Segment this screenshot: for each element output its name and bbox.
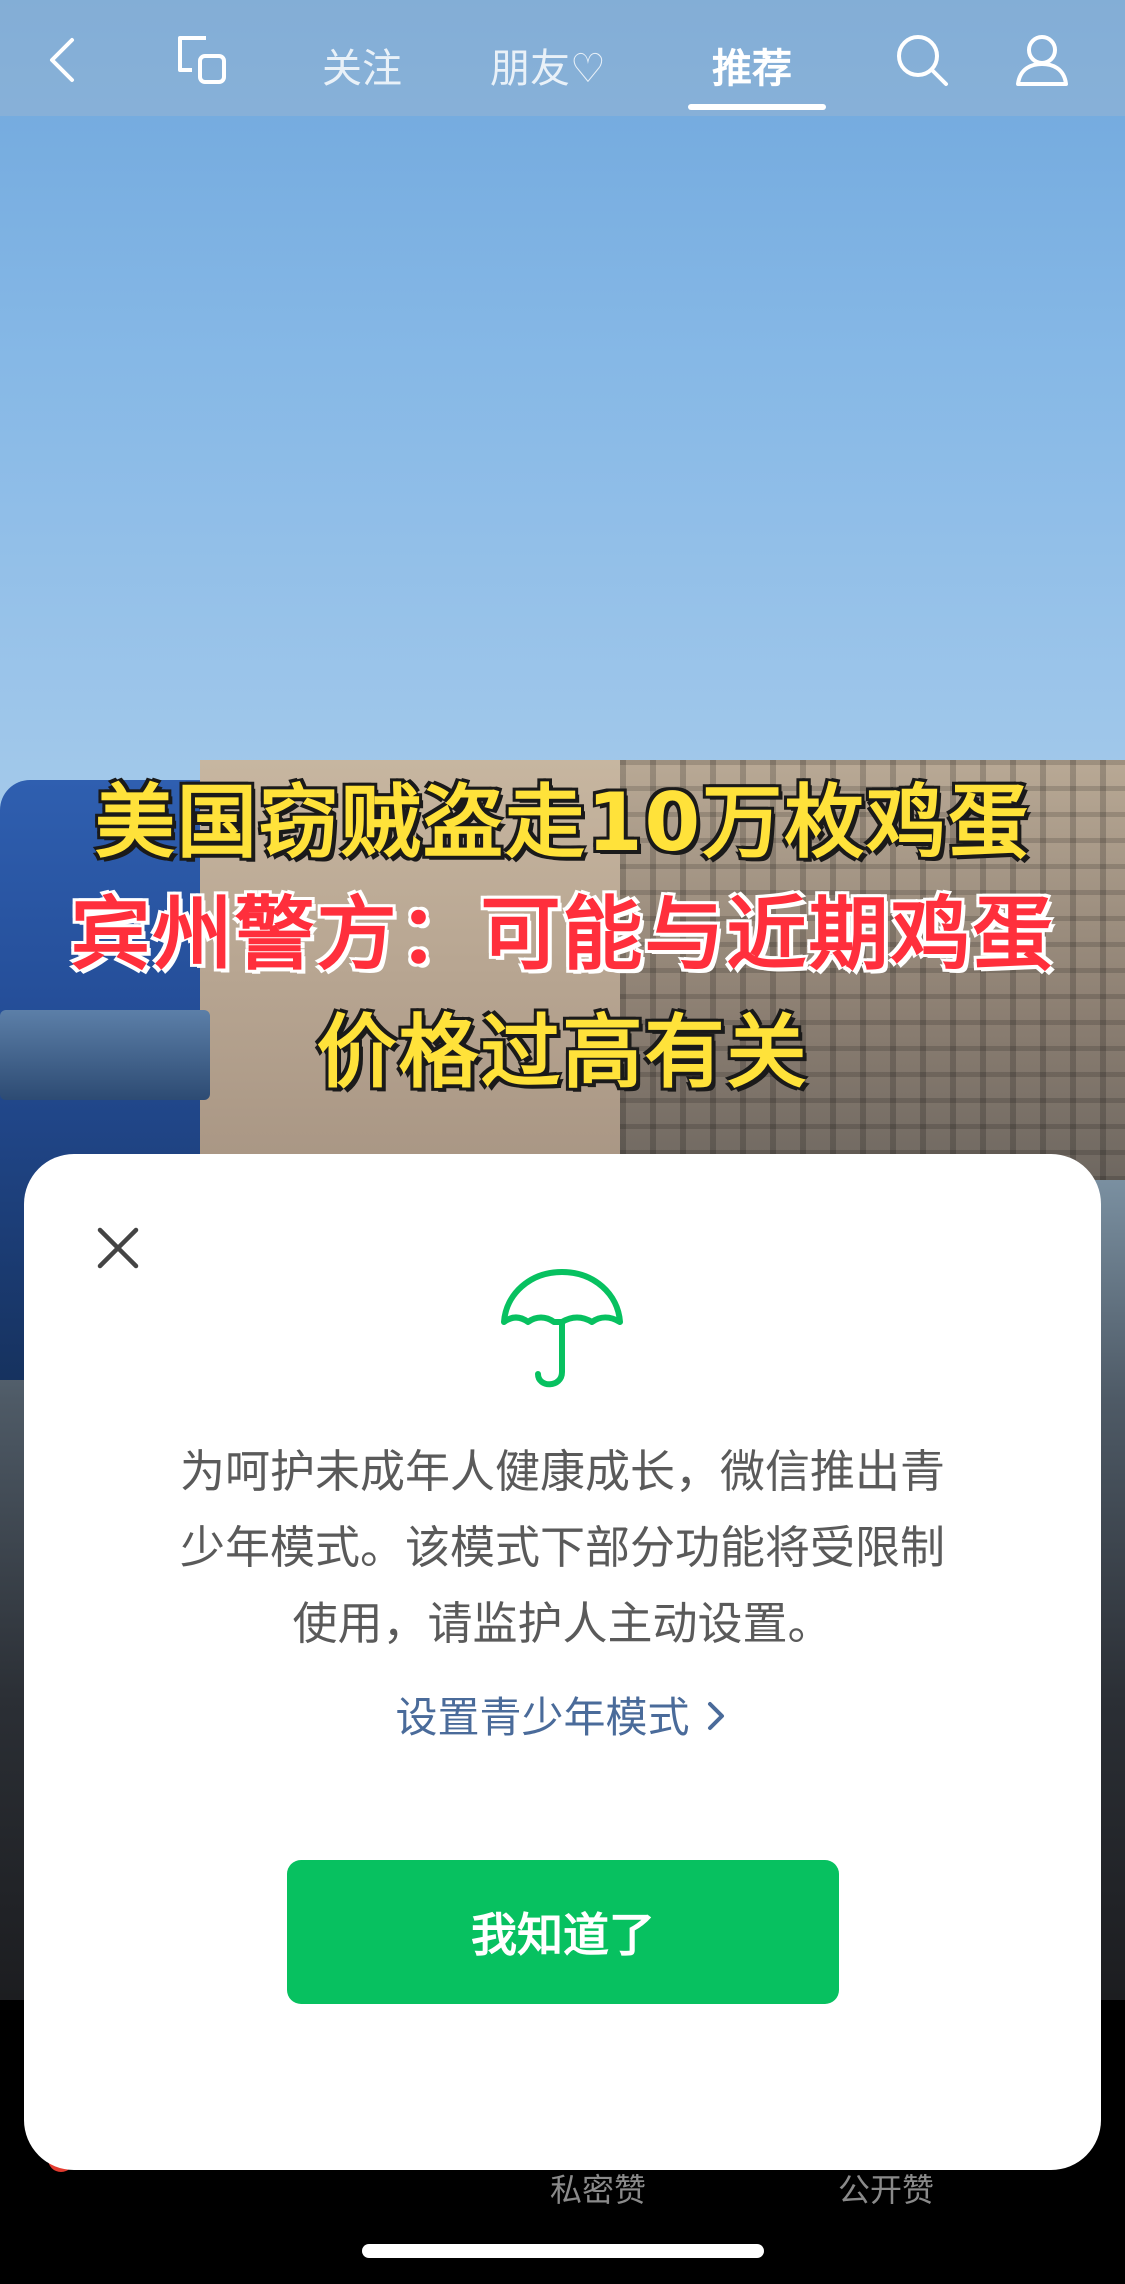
tab-recommend[interactable]: 推荐 xyxy=(712,36,792,94)
search-icon[interactable] xyxy=(890,28,954,92)
video-caption-line2: 宾州警方：可能与近期鸡蛋 xyxy=(70,888,1055,981)
video-caption-line3: 价格过高有关 xyxy=(316,1006,809,1099)
setup-teen-mode-link[interactable]: 设置青少年模式 xyxy=(24,1684,1101,1746)
top-nav-bar: 关注 朋友♡ 推荐 xyxy=(0,0,1125,116)
home-indicator[interactable] xyxy=(362,2244,764,2258)
tab-follow[interactable]: 关注 xyxy=(322,36,402,94)
teen-mode-message-line: 使用，请监护人主动设置。 xyxy=(292,1597,833,1650)
umbrella-icon xyxy=(492,1260,632,1400)
teen-mode-message: 为呵护未成年人健康成长，微信推出青 少年模式。该模式下部分功能将受限制 使用，请… xyxy=(114,1434,1011,1662)
video-caption-line1: 美国窃贼盗走10万枚鸡蛋 xyxy=(94,776,1031,869)
private-like-label[interactable]: 私密赞 xyxy=(550,2165,646,2211)
acknowledge-button[interactable]: 我知道了 xyxy=(287,1860,839,2004)
setup-teen-mode-label: 设置青少年模式 xyxy=(395,1693,690,1742)
teen-mode-message-line: 为呵护未成年人健康成长，微信推出青 xyxy=(179,1445,945,1498)
profile-icon[interactable] xyxy=(1010,28,1074,92)
teen-mode-message-line: 少年模式。该模式下部分功能将受限制 xyxy=(179,1521,945,1574)
public-like-label[interactable]: 公开赞 xyxy=(838,2165,934,2211)
back-icon[interactable] xyxy=(32,28,96,92)
active-tab-indicator xyxy=(688,104,826,110)
teen-mode-dialog: 为呵护未成年人健康成长，微信推出青 少年模式。该模式下部分功能将受限制 使用，请… xyxy=(24,1154,1101,2170)
chevron-right-icon xyxy=(704,1696,730,1746)
screen-mirror-icon[interactable] xyxy=(170,28,234,92)
tab-friends[interactable]: 朋友♡ xyxy=(490,36,606,94)
close-icon[interactable] xyxy=(82,1212,154,1284)
